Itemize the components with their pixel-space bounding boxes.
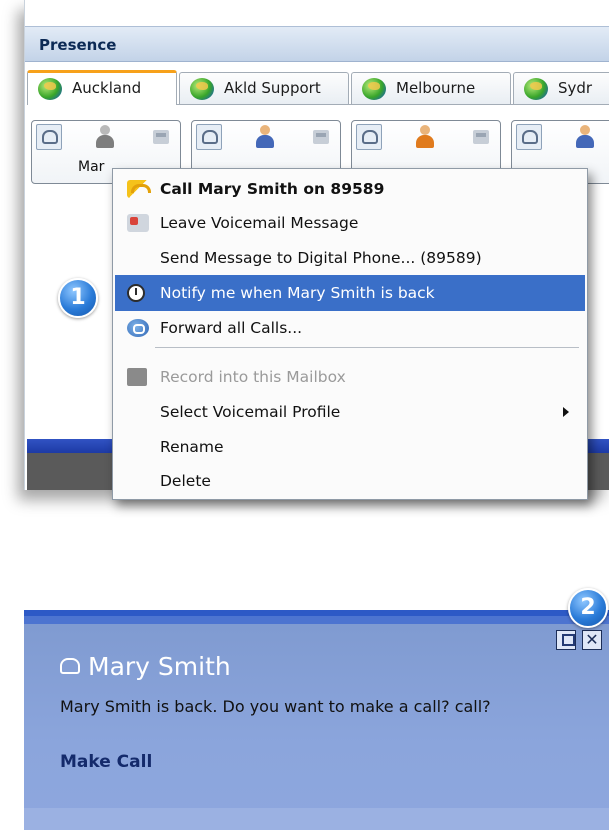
menu-item-notify-when-back[interactable]: Notify me when Mary Smith is back — [115, 275, 585, 311]
menu-item-label: Select Voicemail Profile — [160, 403, 341, 421]
phone-icon — [42, 130, 58, 144]
close-button[interactable]: ✕ — [582, 630, 602, 650]
phone-icon — [362, 130, 378, 144]
notification-message: Mary Smith is back. Do you want to make … — [60, 697, 491, 716]
voicemail-button[interactable] — [468, 124, 494, 150]
presence-status — [412, 124, 438, 150]
handset-button[interactable] — [516, 124, 542, 150]
menu-item-delete[interactable]: Delete — [115, 463, 585, 499]
menu-item-label: Record into this Mailbox — [160, 368, 346, 386]
phone-icon — [522, 130, 538, 144]
notification-footer — [24, 808, 609, 830]
call-icon — [127, 180, 151, 198]
tab-label: Sydr — [558, 79, 593, 97]
notification-popup: ✕ Mary Smith Mary Smith is back. Do you … — [24, 610, 609, 830]
voicemail-icon — [313, 130, 329, 144]
menu-item-label: Delete — [160, 472, 211, 490]
phone-icon — [202, 130, 218, 144]
pin-button[interactable] — [556, 630, 576, 650]
voicemail-icon — [473, 130, 489, 144]
menu-item-label: Rename — [160, 438, 224, 456]
menu-separator — [155, 347, 579, 348]
globe-icon — [190, 78, 214, 100]
tab-auckland[interactable]: Auckland — [27, 70, 177, 105]
handset-button[interactable] — [196, 124, 222, 150]
menu-item-forward-calls[interactable]: Forward all Calls... — [115, 310, 585, 346]
notification-title: Mary Smith — [88, 652, 231, 681]
presence-title: Presence — [39, 36, 117, 54]
tab-label: Akld Support — [224, 79, 321, 97]
presence-status — [92, 124, 118, 150]
menu-item-label: Notify me when Mary Smith is back — [160, 284, 435, 302]
menu-item-label: Call Mary Smith on 89589 — [160, 180, 385, 198]
submenu-arrow-icon — [563, 407, 569, 417]
person-star-icon — [416, 125, 434, 149]
globe-icon — [38, 78, 62, 100]
menu-item-label: Leave Voicemail Message — [160, 214, 359, 232]
phone-icon — [60, 658, 80, 674]
presence-status — [252, 124, 278, 150]
menu-item-record-mailbox[interactable]: Record into this Mailbox — [115, 359, 585, 395]
mailbox-icon — [127, 368, 147, 386]
presence-header: Presence — [25, 26, 609, 62]
voicemail-icon — [127, 214, 149, 232]
presence-status — [572, 124, 598, 150]
tab-akld-support[interactable]: Akld Support — [179, 72, 349, 104]
clock-icon — [127, 284, 145, 302]
tab-melbourne[interactable]: Melbourne — [351, 72, 511, 104]
menu-item-label: Forward all Calls... — [160, 319, 303, 337]
step-2-badge: 2 — [568, 588, 608, 628]
step-1-badge: 1 — [58, 278, 98, 318]
handset-button[interactable] — [36, 124, 62, 150]
menu-item-send-message[interactable]: Send Message to Digital Phone... (89589) — [115, 240, 585, 276]
menu-item-call[interactable]: Call Mary Smith on 89589 — [115, 171, 585, 207]
menu-item-label: Send Message to Digital Phone... (89589) — [160, 249, 482, 267]
globe-icon — [524, 78, 548, 100]
globe-icon — [362, 78, 386, 100]
tab-label: Melbourne — [396, 79, 476, 97]
voicemail-button[interactable] — [148, 124, 174, 150]
person-icon — [256, 125, 274, 149]
menu-item-leave-voicemail[interactable]: Leave Voicemail Message — [115, 205, 585, 241]
make-call-link[interactable]: Make Call — [60, 752, 152, 772]
tab-sydney[interactable]: Sydr — [513, 72, 609, 104]
menu-item-rename[interactable]: Rename — [115, 429, 585, 465]
tab-label: Auckland — [72, 79, 142, 97]
person-icon — [576, 125, 594, 149]
location-tab-strip: Auckland Akld Support Melbourne Sydr — [27, 70, 609, 105]
voicemail-button[interactable] — [308, 124, 334, 150]
menu-item-select-voicemail-profile[interactable]: Select Voicemail Profile — [115, 394, 585, 430]
context-menu: Call Mary Smith on 89589 Leave Voicemail… — [112, 168, 588, 500]
notification-top-bar — [24, 616, 609, 624]
voicemail-icon — [153, 130, 169, 144]
handset-button[interactable] — [356, 124, 382, 150]
person-clock-icon — [96, 125, 114, 149]
forward-icon — [127, 319, 149, 337]
